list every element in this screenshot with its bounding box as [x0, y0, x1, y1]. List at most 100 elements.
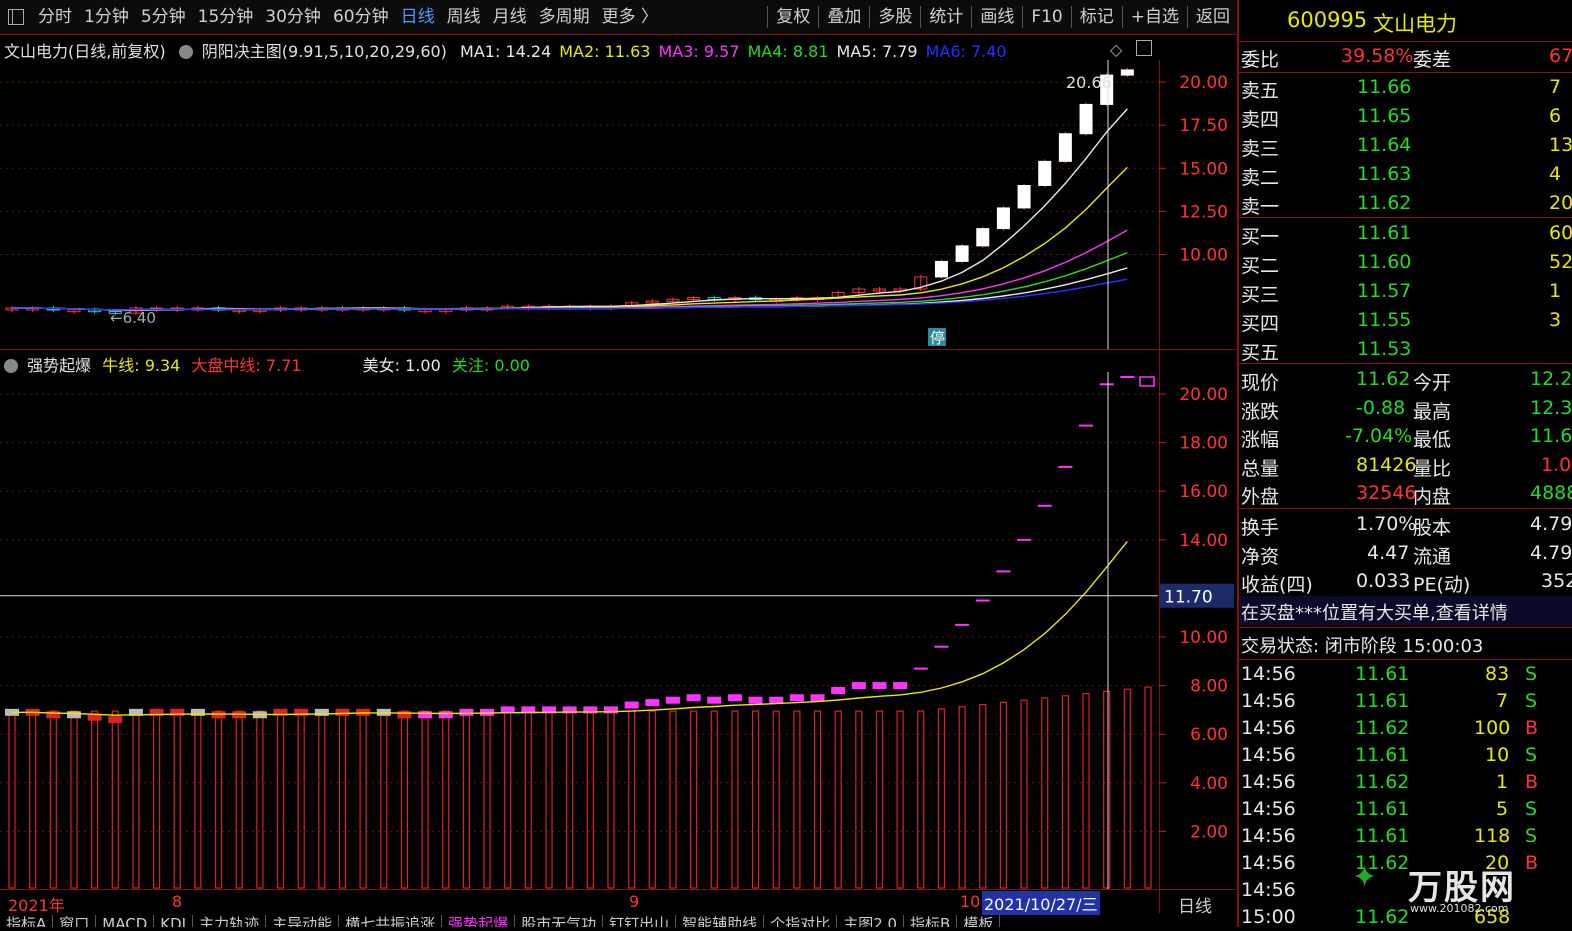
sub-indicator-menu-icon[interactable]: [4, 359, 18, 373]
indicator-tab-6[interactable]: 横七共振追涨: [339, 915, 443, 927]
indicator-menu-icon[interactable]: [178, 45, 193, 59]
ma-line-2: [12, 166, 1128, 311]
bid-row-2[interactable]: 买三 11.57 1: [1239, 278, 1572, 307]
toolbar-action-6[interactable]: 标记: [1074, 0, 1120, 34]
indicator-tab-1[interactable]: 窗口: [53, 915, 97, 927]
toolbar-action-2[interactable]: 多股: [872, 0, 918, 34]
main-indicator[interactable]: 阴阳决主图(9.91,5,10,20,29,60): [202, 42, 447, 61]
indicator-tab-13[interactable]: 指标B: [904, 915, 958, 927]
tick-price: 11.61: [1355, 798, 1410, 820]
strength-bar: [504, 710, 512, 889]
indicator-tab-12[interactable]: 主图2.0: [837, 915, 905, 927]
weicha-label: 委差: [1413, 49, 1452, 71]
bid-volume: 1: [1549, 280, 1562, 302]
y-tick-label: 15.00: [1179, 159, 1228, 179]
ask-row-4[interactable]: 卖一 11.62 20: [1239, 190, 1572, 219]
candle: [996, 207, 1010, 230]
period-tab-0[interactable]: 分时: [32, 0, 78, 34]
indicator-tab-11[interactable]: 个指对比: [764, 915, 838, 927]
period-tab-10[interactable]: 更多 〉: [596, 0, 664, 34]
candle: [1038, 160, 1052, 186]
period-tab-8[interactable]: 月线: [487, 0, 533, 34]
bid-row-3[interactable]: 买四 11.55 3: [1239, 307, 1572, 336]
toolbar-action-8[interactable]: 返回: [1190, 0, 1236, 34]
indicator-tab-2[interactable]: MACD: [96, 915, 155, 927]
x-label-aug: 8: [172, 892, 183, 911]
notice-text[interactable]: 在买盘***位置有大买单,查看详情: [1241, 599, 1508, 625]
ask-row-3[interactable]: 卖二 11.63 4: [1239, 161, 1572, 190]
trade-status-row: 交易状态: 闭市阶段 15:00:03: [1239, 630, 1572, 658]
bid-volume: 60: [1549, 222, 1572, 244]
diamond-icon[interactable]: ◇: [1110, 40, 1122, 59]
indicator-tab-4[interactable]: 主力轨迹: [193, 915, 267, 927]
ask-row-0[interactable]: 卖五 11.66 7: [1239, 74, 1572, 103]
notice-bar[interactable]: 在买盘***位置有大买单,查看详情: [1239, 596, 1572, 625]
indicator-tab-10[interactable]: 智能辅助线: [676, 915, 765, 927]
bid-volume: 3: [1549, 309, 1562, 331]
y-tick-label: 14.00: [1179, 531, 1228, 551]
indicator-tab-0[interactable]: 指标A: [0, 915, 54, 927]
stat-row-2: 涨幅 -7.04% 最低 11.6: [1239, 423, 1572, 452]
period-tab-5[interactable]: 60分钟: [327, 0, 395, 34]
tick-row-2: 14:56 11.62 100 B: [1239, 715, 1572, 742]
tick-time: 14:56: [1241, 744, 1296, 766]
indicator-tab-5[interactable]: 主导动能: [266, 915, 340, 927]
ma-line-1: [12, 108, 1128, 312]
fund-value-2: 4.79: [1530, 541, 1572, 564]
stat-label: 涨幅: [1241, 429, 1280, 451]
strength-bar: [689, 710, 698, 889]
strength-bar: [731, 710, 739, 889]
ask-price: 11.62: [1357, 192, 1412, 214]
ask-row-1[interactable]: 卖四 11.65 6: [1239, 103, 1572, 132]
ask-label: 卖三: [1241, 138, 1280, 160]
tick-row-6: 14:56 11.61 118 S: [1239, 823, 1572, 850]
toolbar-action-5[interactable]: F10: [1025, 0, 1068, 34]
indicator-tab-8[interactable]: 股市无气功: [515, 915, 604, 927]
strength-chart[interactable]: 20.00 18.00 16.00 14.00 10.00 8.00 6.00 4.00 2.0…: [0, 372, 1236, 890]
weibi-label: 委比: [1241, 49, 1280, 71]
maximize-icon[interactable]: [1136, 40, 1152, 56]
ask-row-2[interactable]: 卖三 11.64 13: [1239, 132, 1572, 161]
price-block: [438, 711, 453, 719]
period-tab-9[interactable]: 多周期: [533, 0, 596, 34]
indicator-tab-3[interactable]: KDJ: [154, 915, 194, 927]
toolbar-action-1[interactable]: 叠加: [821, 0, 867, 34]
price-block: [934, 645, 949, 648]
period-tab-6[interactable]: 日线: [395, 0, 441, 34]
indicator-tab-14[interactable]: 模板: [957, 915, 1001, 927]
period-tab-4[interactable]: 30分钟: [259, 0, 327, 34]
indicator-tab-9[interactable]: 钉钉出山: [603, 915, 677, 927]
strength-bar: [1020, 699, 1028, 889]
price-block: [459, 708, 474, 716]
stat-value: -7.04%: [1345, 425, 1413, 447]
toolbar-action-0[interactable]: 复权: [770, 0, 816, 34]
bid-row-1[interactable]: 买二 11.60 52: [1239, 249, 1572, 278]
kline-chart[interactable]: 20.00 17.50 15.00 12.50 10.00 20.66 ←6.40 停: [0, 60, 1236, 350]
toolbar-action-7[interactable]: +自选: [1125, 0, 1185, 34]
period-tab-2[interactable]: 5分钟: [135, 0, 192, 34]
tick-row-0: 14:56 11.61 83 S: [1239, 661, 1572, 688]
price-block: [1139, 376, 1155, 387]
ask-volume: 20: [1549, 192, 1572, 214]
panel-toggle-icon[interactable]: [8, 9, 24, 25]
period-tab-7[interactable]: 周线: [441, 0, 487, 34]
strength-bar: [937, 708, 946, 889]
tick-price: 11.61: [1355, 690, 1410, 712]
strength-bar: [648, 710, 656, 889]
bid-row-4[interactable]: 买五 11.53: [1239, 336, 1572, 365]
candle: [1120, 69, 1134, 76]
toolbar-action-4[interactable]: 画线: [974, 0, 1020, 34]
strength-bar: [628, 710, 636, 889]
fund-label: 换手: [1241, 517, 1280, 539]
fund-row-0: 换手 1.70% 股本 4.79: [1239, 511, 1572, 540]
period-tab-3[interactable]: 15分钟: [192, 0, 260, 34]
toolbar-action-3[interactable]: 统计: [923, 0, 969, 34]
indicator-tab-7[interactable]: 强势起爆: [442, 915, 516, 927]
ma-legend: MA1: 14.24 MA2: 11.63 MA3: 9.57 MA4: 8.81 MA…: [452, 42, 1007, 61]
period-tab-1[interactable]: 1分钟: [78, 0, 135, 34]
bid-row-0[interactable]: 买一 11.61 60: [1239, 220, 1572, 249]
strength-bar: [214, 710, 223, 889]
price-block: [789, 694, 804, 702]
y-tick-label: 2.00: [1190, 822, 1228, 842]
weibi-value: 39.58%: [1341, 45, 1414, 67]
